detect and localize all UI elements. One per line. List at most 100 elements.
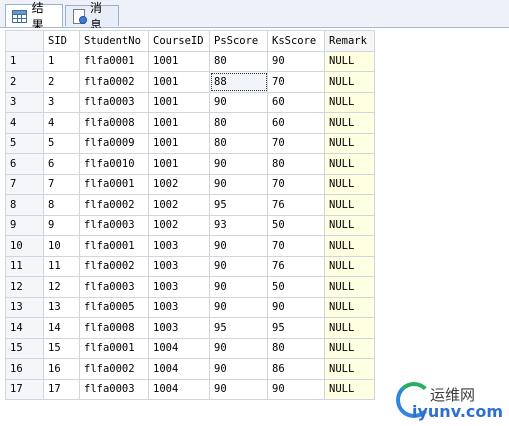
cell-studentno[interactable]: flfa0001 bbox=[79, 235, 149, 257]
cell-courseid[interactable]: 1001 bbox=[148, 153, 210, 175]
cell-psscore[interactable]: 90 bbox=[209, 296, 268, 318]
table-row[interactable]: 17 17 flfa0003 1004 90 90 NULL bbox=[5, 378, 375, 400]
tab-results[interactable]: 结果 bbox=[5, 1, 63, 32]
cell-studentno[interactable]: flfa0002 bbox=[79, 255, 149, 277]
cell-psscore[interactable]: 90 bbox=[209, 235, 268, 257]
cell-sid[interactable]: 9 bbox=[43, 214, 80, 236]
row-number[interactable]: 10 bbox=[5, 235, 44, 257]
row-number[interactable]: 12 bbox=[5, 276, 44, 298]
cell-psscore[interactable]: 88 bbox=[209, 71, 268, 93]
cell-ksscore[interactable]: 76 bbox=[267, 194, 325, 216]
cell-courseid[interactable]: 1003 bbox=[148, 255, 210, 277]
cell-remark[interactable]: NULL bbox=[324, 112, 375, 134]
cell-studentno[interactable]: flfa0008 bbox=[79, 112, 149, 134]
cell-studentno[interactable]: flfa0002 bbox=[79, 71, 149, 93]
cell-ksscore[interactable]: 60 bbox=[267, 112, 325, 134]
cell-courseid[interactable]: 1003 bbox=[148, 235, 210, 257]
cell-sid[interactable]: 14 bbox=[43, 317, 80, 339]
cell-courseid[interactable]: 1001 bbox=[148, 50, 210, 72]
cell-studentno[interactable]: flfa0008 bbox=[79, 317, 149, 339]
cell-remark[interactable]: NULL bbox=[324, 255, 375, 277]
cell-remark[interactable]: NULL bbox=[324, 296, 375, 318]
cell-courseid[interactable]: 1001 bbox=[148, 91, 210, 113]
row-number[interactable]: 16 bbox=[5, 358, 44, 380]
row-number-header[interactable] bbox=[5, 30, 44, 52]
cell-sid[interactable]: 15 bbox=[43, 337, 80, 359]
row-number[interactable]: 8 bbox=[5, 194, 44, 216]
cell-studentno[interactable]: flfa0003 bbox=[79, 276, 149, 298]
row-number[interactable]: 9 bbox=[5, 214, 44, 236]
cell-studentno[interactable]: flfa0001 bbox=[79, 50, 149, 72]
cell-psscore[interactable]: 95 bbox=[209, 194, 268, 216]
table-row[interactable]: 4 4 flfa0008 1001 80 60 NULL bbox=[5, 112, 375, 134]
row-number[interactable]: 3 bbox=[5, 91, 44, 113]
column-header-studentno[interactable]: StudentNo bbox=[79, 30, 149, 52]
table-row[interactable]: 6 6 flfa0010 1001 90 80 NULL bbox=[5, 153, 375, 175]
results-grid[interactable]: SID StudentNo CourseID PsScore KsScore Remark… bbox=[0, 28, 509, 426]
cell-courseid[interactable]: 1001 bbox=[148, 132, 210, 154]
cell-ksscore[interactable]: 90 bbox=[267, 50, 325, 72]
table-row[interactable]: 8 8 flfa0002 1002 95 76 NULL bbox=[5, 194, 375, 216]
table-row[interactable]: 5 5 flfa0009 1001 80 70 NULL bbox=[5, 132, 375, 154]
cell-ksscore[interactable]: 90 bbox=[267, 296, 325, 318]
table-row[interactable]: 3 3 flfa0003 1001 90 60 NULL bbox=[5, 91, 375, 113]
cell-courseid[interactable]: 1001 bbox=[148, 71, 210, 93]
cell-ksscore[interactable]: 70 bbox=[267, 235, 325, 257]
cell-sid[interactable]: 4 bbox=[43, 112, 80, 134]
cell-ksscore[interactable]: 50 bbox=[267, 214, 325, 236]
cell-courseid[interactable]: 1003 bbox=[148, 276, 210, 298]
cell-courseid[interactable]: 1003 bbox=[148, 296, 210, 318]
cell-remark[interactable]: NULL bbox=[324, 71, 375, 93]
cell-studentno[interactable]: flfa0003 bbox=[79, 91, 149, 113]
cell-remark[interactable]: NULL bbox=[324, 50, 375, 72]
cell-ksscore[interactable]: 76 bbox=[267, 255, 325, 277]
cell-studentno[interactable]: flfa0005 bbox=[79, 296, 149, 318]
cell-sid[interactable]: 5 bbox=[43, 132, 80, 154]
cell-courseid[interactable]: 1002 bbox=[148, 173, 210, 195]
row-number[interactable]: 1 bbox=[5, 50, 44, 72]
cell-psscore[interactable]: 90 bbox=[209, 337, 268, 359]
cell-remark[interactable]: NULL bbox=[324, 235, 375, 257]
row-number[interactable]: 15 bbox=[5, 337, 44, 359]
column-header-courseid[interactable]: CourseID bbox=[148, 30, 210, 52]
cell-ksscore[interactable]: 80 bbox=[267, 337, 325, 359]
cell-studentno[interactable]: flfa0001 bbox=[79, 337, 149, 359]
cell-studentno[interactable]: flfa0002 bbox=[79, 194, 149, 216]
cell-remark[interactable]: NULL bbox=[324, 317, 375, 339]
cell-psscore[interactable]: 90 bbox=[209, 173, 268, 195]
cell-sid[interactable]: 8 bbox=[43, 194, 80, 216]
cell-remark[interactable]: NULL bbox=[324, 91, 375, 113]
column-header-remark[interactable]: Remark bbox=[324, 30, 375, 52]
cell-remark[interactable]: NULL bbox=[324, 378, 375, 400]
cell-psscore[interactable]: 95 bbox=[209, 317, 268, 339]
table-row[interactable]: 11 11 flfa0002 1003 90 76 NULL bbox=[5, 255, 375, 277]
cell-courseid[interactable]: 1001 bbox=[148, 112, 210, 134]
cell-sid[interactable]: 12 bbox=[43, 276, 80, 298]
cell-courseid[interactable]: 1004 bbox=[148, 337, 210, 359]
cell-ksscore[interactable]: 50 bbox=[267, 276, 325, 298]
cell-psscore[interactable]: 90 bbox=[209, 378, 268, 400]
row-number[interactable]: 5 bbox=[5, 132, 44, 154]
cell-courseid[interactable]: 1003 bbox=[148, 317, 210, 339]
cell-psscore[interactable]: 80 bbox=[209, 112, 268, 134]
cell-ksscore[interactable]: 90 bbox=[267, 378, 325, 400]
row-number[interactable]: 13 bbox=[5, 296, 44, 318]
cell-sid[interactable]: 11 bbox=[43, 255, 80, 277]
cell-studentno[interactable]: flfa0010 bbox=[79, 153, 149, 175]
row-number[interactable]: 4 bbox=[5, 112, 44, 134]
row-number[interactable]: 2 bbox=[5, 71, 44, 93]
cell-ksscore[interactable]: 95 bbox=[267, 317, 325, 339]
cell-studentno[interactable]: flfa0009 bbox=[79, 132, 149, 154]
cell-sid[interactable]: 3 bbox=[43, 91, 80, 113]
cell-sid[interactable]: 7 bbox=[43, 173, 80, 195]
cell-psscore[interactable]: 80 bbox=[209, 132, 268, 154]
cell-remark[interactable]: NULL bbox=[324, 214, 375, 236]
cell-sid[interactable]: 16 bbox=[43, 358, 80, 380]
cell-studentno[interactable]: flfa0003 bbox=[79, 214, 149, 236]
cell-sid[interactable]: 10 bbox=[43, 235, 80, 257]
cell-sid[interactable]: 2 bbox=[43, 71, 80, 93]
column-header-sid[interactable]: SID bbox=[43, 30, 80, 52]
table-row[interactable]: 2 2 flfa0002 1001 88 70 NULL bbox=[5, 71, 375, 93]
column-header-ksscore[interactable]: KsScore bbox=[267, 30, 325, 52]
row-number[interactable]: 17 bbox=[5, 378, 44, 400]
